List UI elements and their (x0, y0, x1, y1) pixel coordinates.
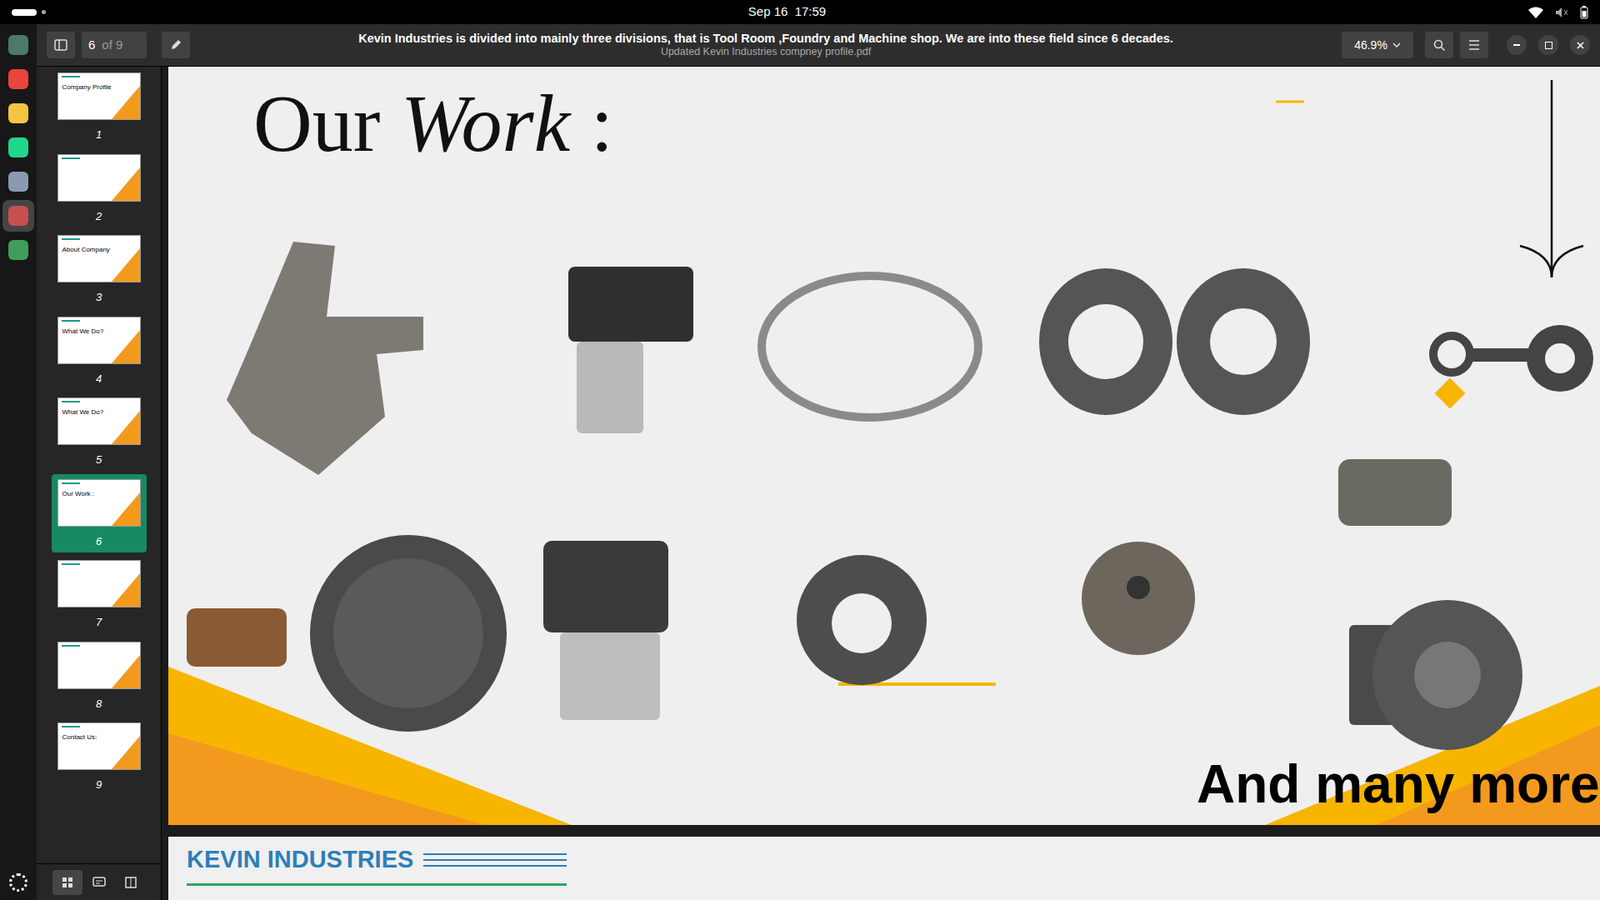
chrome-icon (8, 69, 29, 90)
sidebar: Company Profile12About Company3What We D… (36, 66, 162, 900)
title: Kevin Industries is divided into mainly … (196, 30, 1335, 60)
sidebar-icon (54, 39, 68, 51)
pdf-page: KEVIN INDUSTRIES (168, 836, 1600, 900)
page-thumbnail[interactable]: Our Work :6 (51, 474, 147, 554)
image-viewer-icon (8, 171, 29, 192)
document-viewer-window: 6of 9 Kevin Industries is divided into ma… (36, 24, 1600, 900)
minimize-icon (1513, 44, 1520, 46)
view-button[interactable] (52, 870, 83, 895)
thumbnails-icon (61, 876, 74, 889)
thumbnail-image: Our Work : (57, 479, 141, 527)
close-button[interactable] (1570, 35, 1590, 55)
thumbnail-image (57, 641, 141, 690)
dock-item[interactable] (2, 63, 35, 95)
hamburger-icon (1468, 40, 1480, 50)
search-button[interactable] (1425, 31, 1454, 59)
page-heading: KEVIN INDUSTRIES (186, 841, 414, 879)
volume-icon (1555, 6, 1569, 19)
show-apps-icon[interactable] (9, 873, 28, 892)
wifi-icon (1528, 6, 1544, 19)
battery-icon (1580, 5, 1589, 20)
annotations-icon (92, 876, 106, 889)
page-thumbnail[interactable]: 7 (51, 555, 147, 635)
annotate-button[interactable] (161, 31, 190, 59)
zoom-dropdown[interactable]: 46.9% (1341, 31, 1414, 59)
pencil-icon (170, 39, 182, 51)
sidebar-toggle-button[interactable] (46, 31, 75, 59)
chevron-down-icon (1392, 42, 1401, 48)
view-switcher (36, 863, 161, 900)
dock-item[interactable] (2, 97, 35, 130)
page-thumbnail[interactable]: What We Do?5 (51, 392, 147, 472)
slide-heading: Our Work : (253, 75, 614, 174)
maximize-icon (1545, 41, 1553, 50)
thumbnail-image: What We Do? (57, 397, 141, 445)
page-thumbnail[interactable]: 2 (51, 149, 147, 229)
outline-icon (125, 876, 137, 889)
search-icon (1433, 39, 1446, 52)
dock-item[interactable] (2, 131, 35, 164)
document-area: Our Work : And many more KEVIN INDUSTRIES (161, 66, 1600, 900)
page-thumbnail[interactable]: Contact Us:9 (51, 717, 147, 797)
dock-item[interactable] (2, 234, 35, 266)
dock (0, 24, 37, 900)
slide-footer: And many more (1196, 755, 1600, 814)
trash-icon (8, 240, 29, 260)
files-icon (8, 35, 29, 55)
thumbnail-image: Company Profile (57, 72, 141, 120)
minimize-button[interactable] (1506, 35, 1527, 55)
thumbnail-image (57, 560, 141, 608)
slide-decoration (168, 66, 1600, 825)
page-thumbnail[interactable]: 8 (51, 636, 147, 716)
maximize-button[interactable] (1538, 35, 1559, 55)
view-button[interactable] (84, 870, 115, 895)
pdf-page: Our Work : And many more (168, 66, 1600, 825)
activities-icon[interactable] (11, 9, 46, 16)
heading-rule (423, 853, 567, 867)
pycharm-icon (8, 137, 29, 158)
thumbnail-image: About Company (57, 235, 141, 283)
header-bar: 6of 9 Kevin Industries is divided into ma… (36, 24, 1600, 67)
editor-icon (8, 103, 29, 124)
dock-item[interactable] (2, 29, 35, 61)
page-thumbnail[interactable]: What We Do?4 (51, 311, 147, 391)
dock-item[interactable] (2, 165, 35, 198)
thumbnail-image: What We Do? (57, 316, 141, 365)
page-thumbnail[interactable]: Company Profile1 (51, 67, 147, 147)
close-icon (1576, 41, 1585, 50)
menu-button[interactable] (1460, 31, 1489, 59)
thumbnail-list: Company Profile12About Company3What We D… (36, 66, 161, 864)
view-button[interactable] (115, 870, 146, 895)
page-thumbnail[interactable]: About Company3 (51, 230, 147, 310)
document-viewer-icon (8, 205, 29, 226)
page-entry[interactable]: 6of 9 (81, 31, 147, 59)
system-tray[interactable] (1528, 5, 1589, 20)
thumbnail-image: Contact Us: (57, 722, 141, 770)
thumbnail-image (57, 154, 141, 202)
top-bar: Sep 16 17:59 (0, 0, 1600, 25)
clock[interactable]: Sep 16 17:59 (748, 2, 826, 22)
dock-item[interactable] (2, 200, 35, 232)
